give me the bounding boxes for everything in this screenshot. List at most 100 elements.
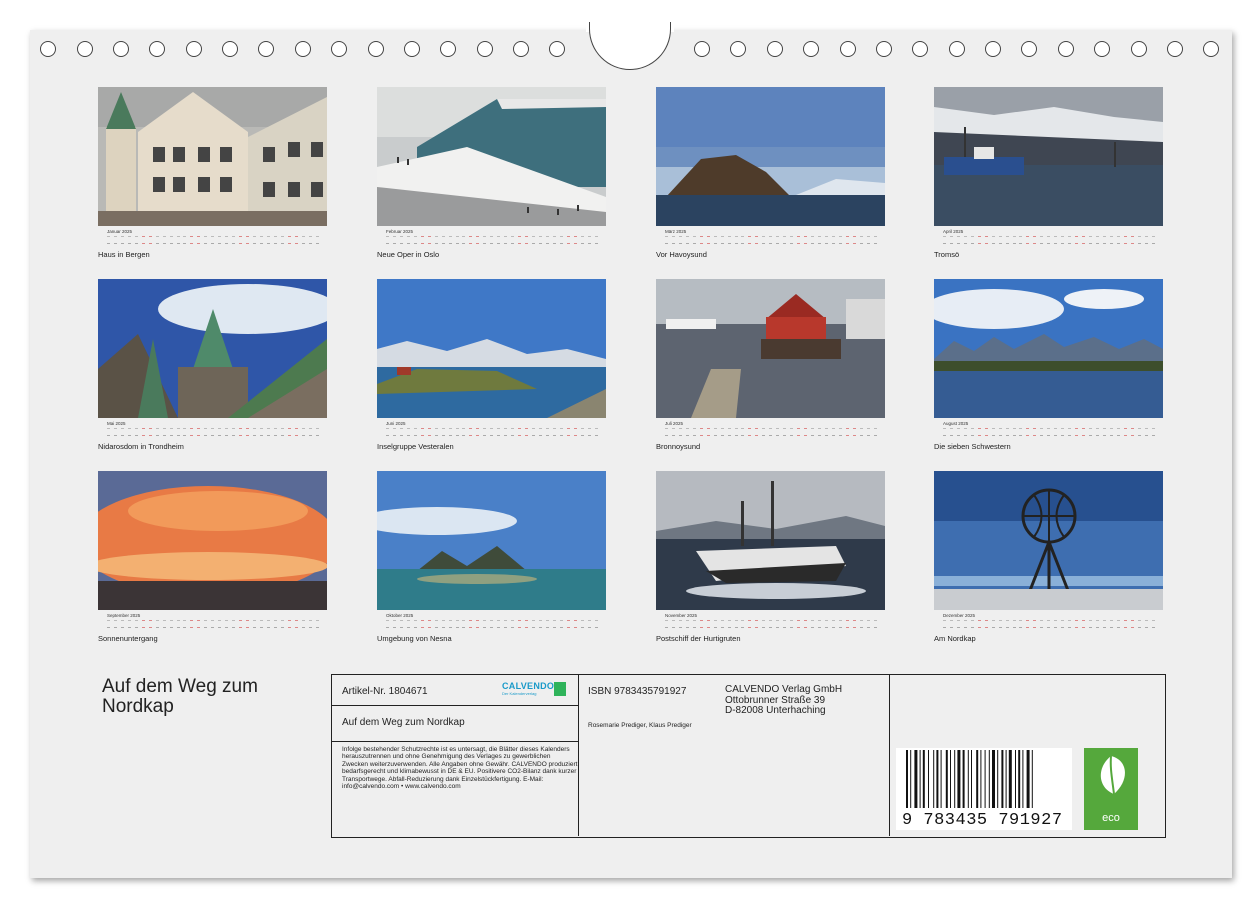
- calendar-day-mark: [762, 236, 766, 244]
- calendar-day-mark: [678, 428, 682, 436]
- calendar-day-mark: [943, 428, 946, 436]
- calendar-day-mark: [817, 428, 821, 436]
- calendar-day-mark: [769, 620, 773, 628]
- calendar-day-mark: [497, 620, 501, 628]
- photo-caption: Haus in Bergen: [98, 250, 150, 259]
- calendar-day-mark: [483, 236, 487, 244]
- calendar-day-mark: [991, 620, 995, 628]
- calendar-day-mark: [483, 620, 487, 628]
- calendar-day-mark: [734, 428, 738, 436]
- calendar-day-mark: [518, 236, 522, 244]
- calendar-day-mark: [587, 428, 591, 436]
- calendar-day-mark: [538, 236, 542, 244]
- calendar-day-mark: [287, 236, 291, 244]
- calendar-day-mark: [490, 428, 494, 436]
- calendar-day-mark: [162, 620, 166, 628]
- calendar-day-mark: [532, 620, 536, 628]
- barcode-bar: [962, 750, 965, 808]
- calendar-day-mark: [441, 620, 445, 628]
- month-label: Dezember 2025: [943, 613, 976, 618]
- calendar-day-mark: [141, 620, 145, 628]
- calendar-day-mark: [386, 236, 389, 244]
- calendar-day-mark: [852, 428, 856, 436]
- mini-calendar: [107, 236, 319, 246]
- calendar-day-mark: [1054, 428, 1058, 436]
- calendar-day-mark: [804, 428, 808, 436]
- barcode-bar: [954, 750, 956, 808]
- eco-badge: eco: [1084, 748, 1138, 830]
- binding-hole: [258, 41, 274, 57]
- calendar-day-mark: [273, 236, 277, 244]
- calendar-day-mark: [956, 428, 960, 436]
- calendar-day-mark: [225, 236, 229, 244]
- month-label: Oktober 2025: [386, 613, 414, 618]
- photo-caption: Bronnoysund: [656, 442, 701, 451]
- calendar-day-mark: [1033, 236, 1037, 244]
- barcode-bar: [933, 750, 935, 808]
- calendar-day-mark: [315, 620, 319, 628]
- calendar-day-mark: [239, 428, 243, 436]
- photo-neue-oper-oslo: [377, 87, 606, 226]
- calendar-day-mark: [741, 236, 745, 244]
- calendar-day-mark: [204, 620, 208, 628]
- calendar-day-mark: [308, 620, 312, 628]
- calendar-day-mark: [469, 236, 473, 244]
- calendar-day-mark: [1151, 620, 1155, 628]
- calendar-day-mark: [713, 620, 717, 628]
- photo-caption: Vor Havoysund: [656, 250, 707, 259]
- calendar-day-mark: [776, 620, 780, 628]
- calendar-day-mark: [1095, 428, 1099, 436]
- calendar-day-mark: [1005, 236, 1009, 244]
- calendar-day-mark: [113, 620, 117, 628]
- calendar-day-mark: [406, 620, 410, 628]
- calendar-day-mark: [699, 428, 703, 436]
- calendar-day-mark: [587, 236, 591, 244]
- calendar-day-mark: [148, 620, 152, 628]
- calendar-day-mark: [552, 620, 556, 628]
- calendar-day-mark: [1082, 428, 1086, 436]
- calendar-day-mark: [225, 620, 229, 628]
- calendar-day-mark: [1102, 428, 1106, 436]
- calendar-day-mark: [455, 620, 459, 628]
- calendar-day-mark: [1109, 428, 1113, 436]
- calendar-day-mark: [665, 428, 668, 436]
- calendar-day-mark: [720, 620, 724, 628]
- binding-hole: [876, 41, 892, 57]
- calendar-day-mark: [127, 236, 131, 244]
- calendar-day-mark: [838, 236, 842, 244]
- calendar-day-mark: [427, 428, 431, 436]
- calendar-day-mark: [246, 236, 250, 244]
- calendar-day-mark: [504, 428, 508, 436]
- calendar-day-mark: [817, 620, 821, 628]
- calendar-day-mark: [587, 620, 591, 628]
- legal-text: Infolge bestehender Schutzrechte ist es …: [342, 746, 578, 791]
- binding-hole: [1021, 41, 1037, 57]
- barcode-bar: [976, 750, 979, 808]
- calendar-day-mark: [253, 428, 257, 436]
- calendar-day-mark: [580, 620, 584, 628]
- photo-caption: Postschiff der Hurtigruten: [656, 634, 741, 643]
- calendar-day-mark: [1089, 428, 1093, 436]
- calendar-day-mark: [169, 620, 173, 628]
- calendar-day-mark: [532, 428, 536, 436]
- calendar-day-mark: [706, 620, 710, 628]
- calendar-day-mark: [504, 236, 508, 244]
- calendar-day-mark: [866, 428, 870, 436]
- calendar-day-mark: [594, 620, 598, 628]
- calendar-day-mark: [232, 236, 236, 244]
- calendar-day-mark: [1026, 620, 1030, 628]
- calendar-day-mark: [176, 236, 180, 244]
- photo-caption: Umgebung von Nesna: [377, 634, 452, 643]
- binding-hole: [186, 41, 202, 57]
- barcode-bar: [950, 750, 951, 808]
- binding-hole: [440, 41, 456, 57]
- calendar-day-mark: [280, 428, 284, 436]
- calendar-day-mark: [1102, 236, 1106, 244]
- ean-barcode: 9 783435 791927: [896, 748, 1072, 830]
- calendar-day-mark: [1054, 620, 1058, 628]
- calendar-day-mark: [1151, 428, 1155, 436]
- binding-hole: [477, 41, 493, 57]
- calendar-day-mark: [713, 428, 717, 436]
- calendar-day-mark: [246, 428, 250, 436]
- calendar-day-mark: [420, 236, 424, 244]
